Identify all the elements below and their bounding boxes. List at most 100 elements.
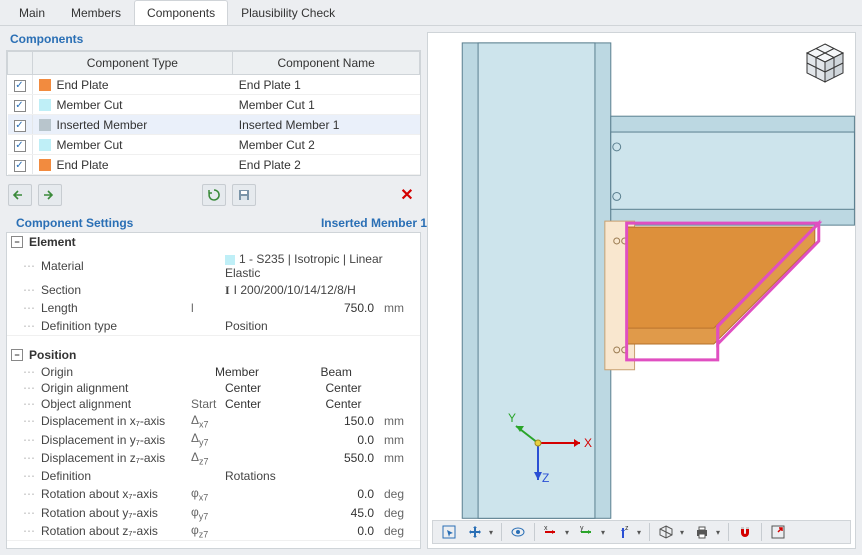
table-row[interactable]: Inserted Member Inserted Member 1 [8,115,420,135]
lbl-length: Length [41,301,191,315]
axes-gizmo-icon: X Y Z [508,398,598,488]
tool-select-icon[interactable] [437,522,461,542]
hdr-beam: Beam [315,365,421,379]
tool-x-axis-icon[interactable]: x [539,522,563,542]
row-checkbox[interactable] [14,160,26,172]
tab-members[interactable]: Members [58,0,134,25]
lbl-ry: Rotation about y₇-axis [41,506,191,520]
lbl-def: Definition [41,469,191,483]
lbl-dy: Displacement in y₇-axis [41,433,191,447]
svg-text:x: x [544,525,548,532]
tool-z-dropdown[interactable]: ▾ [637,528,645,537]
col-type[interactable]: Component Type [32,52,233,75]
val-ry[interactable]: 45.0 [225,506,380,520]
tool-pan-icon[interactable] [463,522,487,542]
lbl-material: Material [41,259,191,273]
lbl-origin-align: Origin alignment [41,381,191,395]
refresh-button[interactable] [202,184,226,206]
val-obj-align-member[interactable]: Center [225,397,320,411]
col-check [8,52,33,75]
lbl-rz: Rotation about z₇-axis [41,524,191,538]
move-down-button[interactable] [38,184,62,206]
tool-z-axis-icon[interactable]: z [611,522,635,542]
components-table: Component Type Component Name End Plate … [6,50,421,176]
cell-type: Member Cut [57,98,123,112]
tool-pan-dropdown[interactable]: ▾ [489,528,497,537]
tool-print-dropdown[interactable]: ▾ [716,528,724,537]
collapse-position-icon[interactable]: − [11,349,23,361]
row-checkbox[interactable] [14,120,26,132]
nav-cube-icon[interactable] [803,41,847,85]
color-swatch-icon [39,139,51,151]
delete-button[interactable]: ✕ [395,184,419,206]
val-material[interactable]: 1 - S235 | Isotropic | Linear Elastic [225,252,383,280]
table-row[interactable]: End Plate End Plate 2 [8,155,420,175]
row-checkbox[interactable] [14,100,26,112]
tool-view-icon[interactable] [506,522,530,542]
val-rz[interactable]: 0.0 [225,524,380,538]
svg-text:y: y [580,525,584,532]
color-swatch-icon [39,159,51,171]
axis-y-label: Y [508,411,516,425]
move-up-button[interactable] [8,184,32,206]
row-checkbox[interactable] [14,140,26,152]
settings-title: Component Settings [16,216,133,230]
sym-length: l [191,301,225,315]
tool-iso-dropdown[interactable]: ▾ [680,528,688,537]
unit-rx: deg [380,487,420,501]
cell-name: End Plate 2 [233,155,420,175]
val-section[interactable]: I 200/200/10/14/12/8/H [234,283,356,297]
cell-name: Member Cut 2 [233,135,420,155]
components-toolbar: ✕ [0,176,427,214]
components-title: Components [0,26,427,50]
tab-main[interactable]: Main [6,0,58,25]
tool-x-dropdown[interactable]: ▾ [565,528,573,537]
tab-components[interactable]: Components [134,0,228,25]
col-name[interactable]: Component Name [233,52,420,75]
cell-name: Member Cut 1 [233,95,420,115]
unit-dy: mm [380,433,420,447]
table-row[interactable]: Member Cut Member Cut 1 [8,95,420,115]
view-toolbar: ▾ x ▾ y ▾ z ▾ ▾ ▾ [432,520,851,544]
lbl-origin: Origin [41,365,209,379]
tool-y-dropdown[interactable]: ▾ [601,528,609,537]
collapse-element-icon[interactable]: − [11,236,23,248]
cell-type: End Plate [57,78,109,92]
color-swatch-icon [39,119,51,131]
val-dx[interactable]: 150.0 [225,414,380,428]
hdr-member: Member [209,365,315,379]
cell-type: Member Cut [57,138,123,152]
tool-iso-icon[interactable] [654,522,678,542]
tool-expand-icon[interactable] [766,522,790,542]
lbl-rx: Rotation about x₇-axis [41,487,191,501]
val-length[interactable]: 750.0 [225,301,380,315]
row-checkbox[interactable] [14,80,26,92]
table-row[interactable]: End Plate End Plate 1 [8,75,420,95]
group-position: −Position ⋯OriginMemberBeam ⋯Origin alig… [7,346,420,541]
tab-bar: Main Members Components Plausibility Che… [0,0,862,26]
val-origin-align-beam[interactable]: Center [320,381,421,395]
color-swatch-icon [39,79,51,91]
val-obj-align-beam[interactable]: Center [320,397,421,411]
tool-print-icon[interactable] [690,522,714,542]
val-rx[interactable]: 0.0 [225,487,380,501]
val-dy[interactable]: 0.0 [225,433,380,447]
tool-magnet-icon[interactable] [733,522,757,542]
val-def[interactable]: Rotations [225,469,420,483]
val-obj-align-start[interactable]: Start [191,397,225,411]
tool-y-axis-icon[interactable]: y [575,522,599,542]
svg-text:z: z [625,525,629,532]
val-origin-align-member[interactable]: Center [225,381,320,395]
group-element: −Element ⋯Material1 - S235 | Isotropic |… [7,233,420,336]
group-position-title: Position [29,348,76,362]
table-row[interactable]: Member Cut Member Cut 2 [8,135,420,155]
unit-dx: mm [380,414,420,428]
val-dz[interactable]: 550.0 [225,451,380,465]
viewport-3d[interactable]: X Y Z ▾ x ▾ y ▾ z ▾ ▾ ▾ [427,32,856,549]
material-swatch-icon [225,255,235,265]
save-button[interactable] [232,184,256,206]
unit-length: mm [380,301,420,315]
val-deftype[interactable]: Position [225,319,420,333]
tab-plausibility[interactable]: Plausibility Check [228,0,348,25]
unit-dz: mm [380,451,420,465]
